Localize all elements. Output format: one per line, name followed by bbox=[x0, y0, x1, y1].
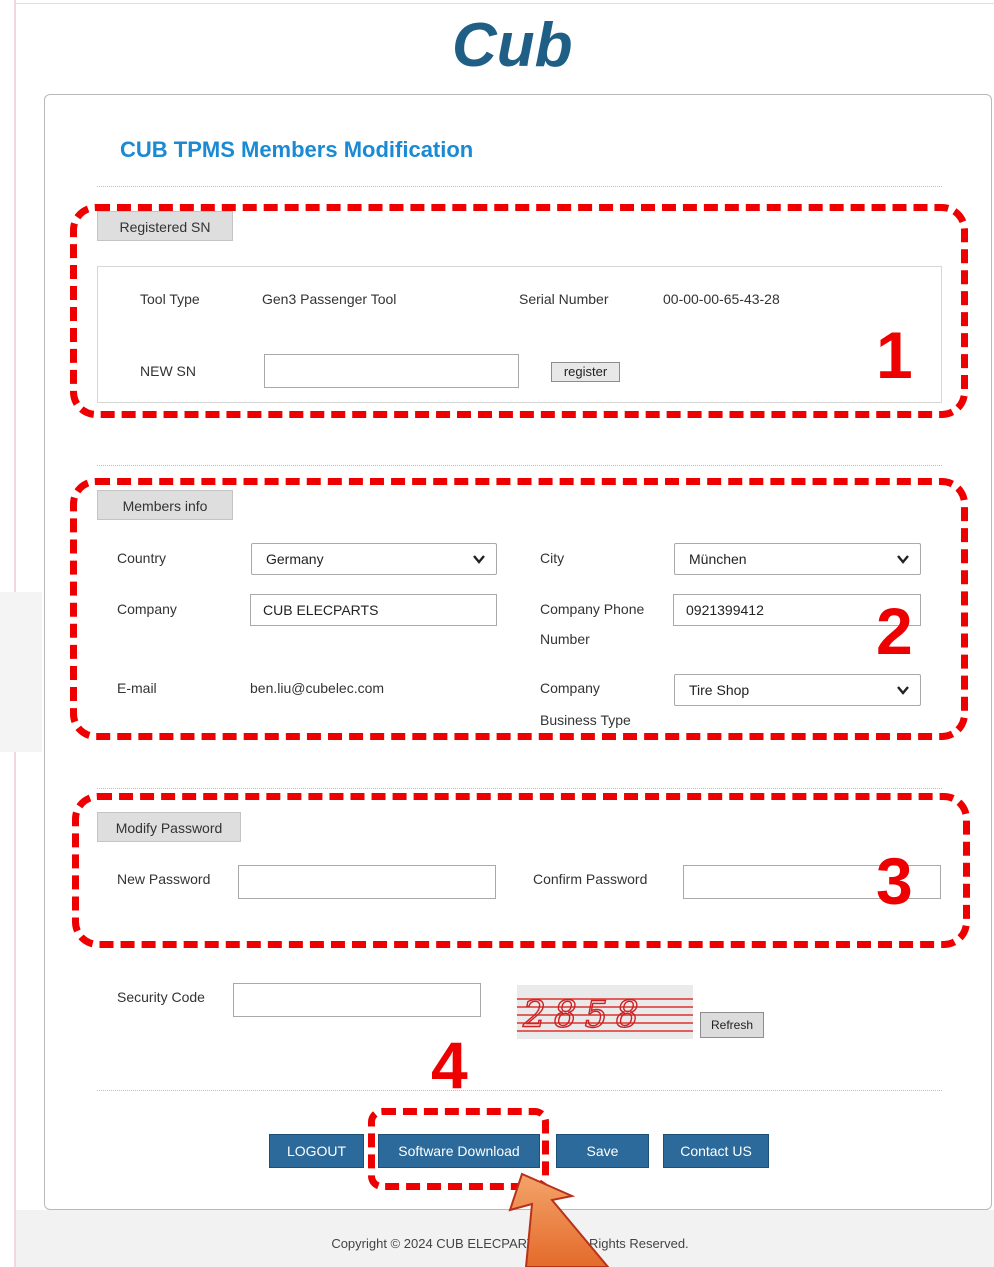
annotation-box-2 bbox=[70, 478, 968, 740]
annotation-box-1 bbox=[70, 204, 968, 418]
cub-logo-icon: Cub bbox=[452, 11, 573, 80]
save-button[interactable]: Save bbox=[556, 1134, 649, 1168]
captcha-icon: 2858 bbox=[517, 985, 693, 1039]
logo-text: Cub bbox=[452, 12, 573, 76]
divider-password bbox=[97, 788, 942, 789]
captcha-text: 2858 bbox=[522, 995, 647, 1036]
cub-logo: Cub bbox=[452, 11, 592, 80]
captcha-image: 2858 bbox=[517, 985, 693, 1039]
divider-members bbox=[97, 465, 942, 466]
refresh-captcha-button[interactable]: Refresh bbox=[700, 1012, 764, 1038]
divider-buttons bbox=[97, 1090, 942, 1091]
security-code-input[interactable] bbox=[233, 983, 481, 1017]
contact-us-button[interactable]: Contact US bbox=[663, 1134, 769, 1168]
page-title: CUB TPMS Members Modification bbox=[120, 137, 474, 162]
left-background-strip bbox=[0, 592, 42, 752]
annotation-number-1: 1 bbox=[876, 318, 913, 392]
logout-button[interactable]: LOGOUT bbox=[269, 1134, 364, 1168]
annotation-number-2: 2 bbox=[876, 594, 913, 668]
page-edge-top bbox=[14, 3, 994, 4]
divider-top bbox=[97, 186, 942, 187]
security-code-label: Security Code bbox=[117, 989, 205, 1005]
annotation-box-3 bbox=[72, 793, 970, 948]
annotation-number-4: 4 bbox=[431, 1028, 468, 1102]
annotation-number-3: 3 bbox=[876, 844, 913, 918]
pointer-arrow-icon bbox=[508, 1172, 610, 1267]
